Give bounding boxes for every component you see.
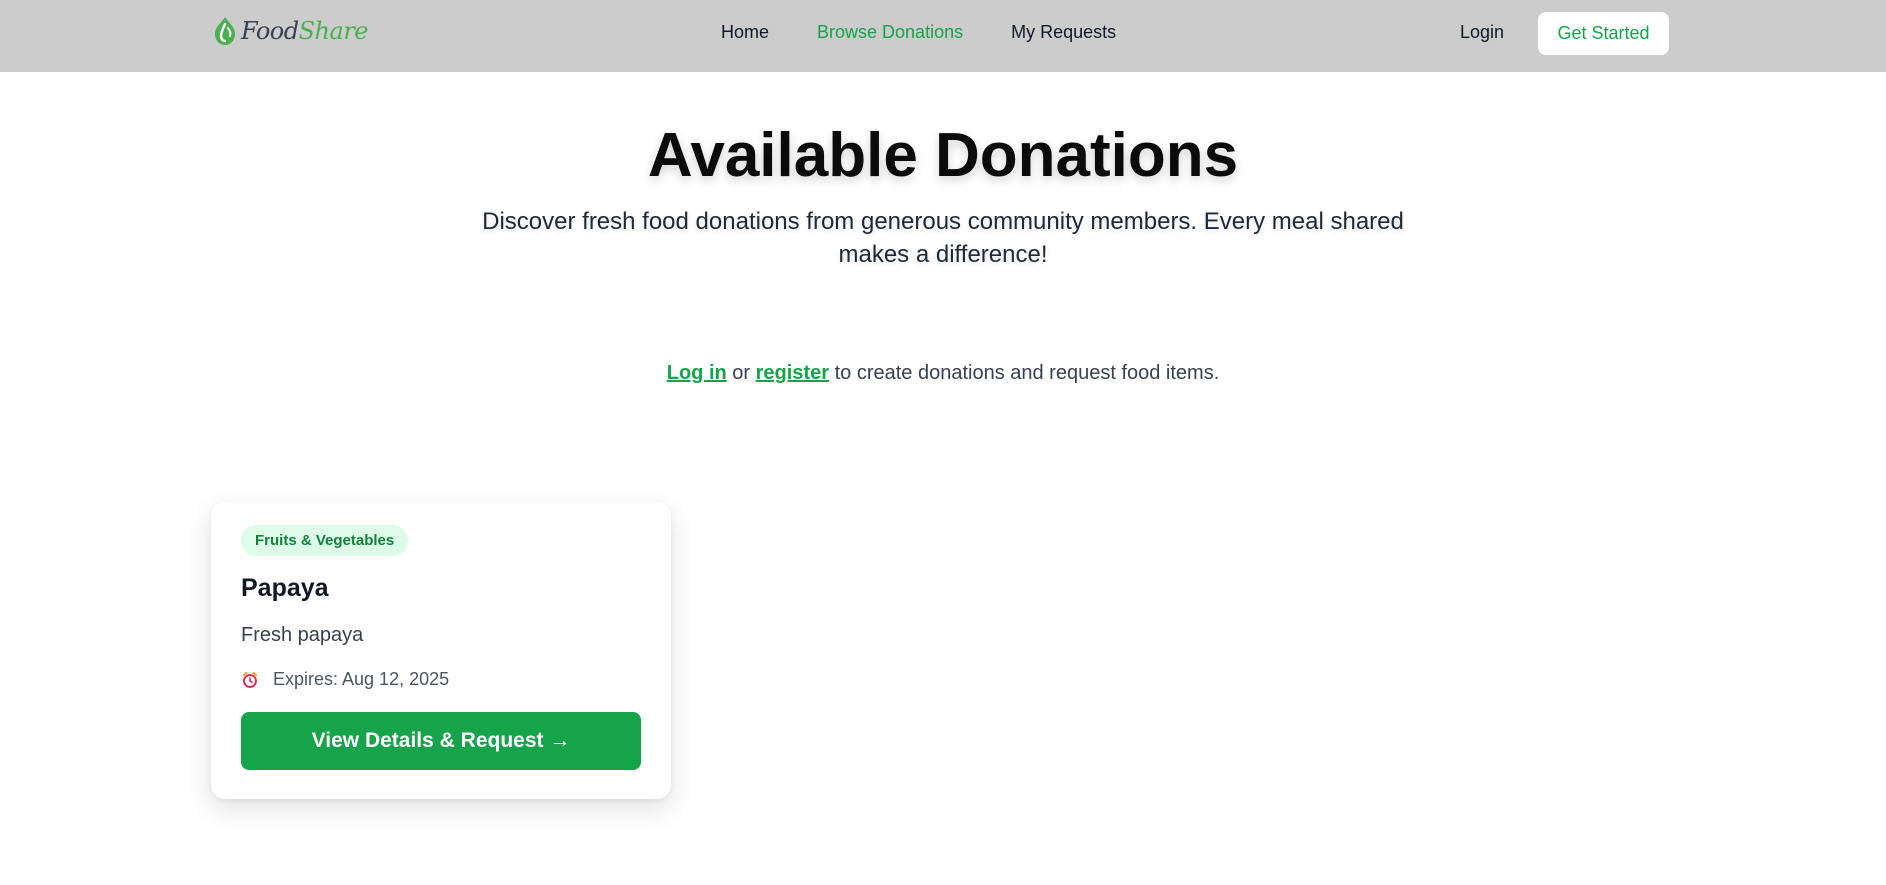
auth-prompt: Log in or register to create donations a… bbox=[0, 360, 1886, 386]
register-inline-link[interactable]: register bbox=[756, 362, 829, 384]
nav-my-requests[interactable]: My Requests bbox=[1011, 20, 1116, 44]
get-started-button[interactable]: Get Started bbox=[1538, 12, 1669, 55]
page-subtitle: Discover fresh food donations from gener… bbox=[482, 208, 1404, 268]
donation-description: Fresh papaya bbox=[241, 624, 364, 646]
page-title: Available Donations bbox=[647, 121, 1239, 190]
top-navbar: FoodShare Home Browse Donations My Reque… bbox=[0, 0, 1886, 72]
category-badge: Fruits & Vegetables bbox=[241, 525, 409, 556]
login-link[interactable]: Login bbox=[1460, 20, 1504, 44]
alarm-clock-icon bbox=[243, 671, 257, 688]
expiry-text: Expires: Aug 12, 2025 bbox=[273, 669, 450, 689]
nav-browse-donations[interactable]: Browse Donations bbox=[817, 20, 963, 44]
donation-expiry: Expires: Aug 12, 2025 bbox=[241, 669, 449, 690]
view-details-request-button[interactable]: View Details & Request → bbox=[241, 712, 641, 770]
nav-home[interactable]: Home bbox=[721, 20, 769, 44]
auth-suffix-text: to create donations and request food ite… bbox=[834, 362, 1220, 384]
donation-title: Papaya bbox=[241, 574, 329, 602]
brand-name: FoodShare bbox=[241, 17, 369, 45]
leaf-drop-logo-icon bbox=[215, 17, 235, 45]
brand-logo[interactable]: FoodShare bbox=[211, 14, 369, 48]
login-inline-link[interactable]: Log in bbox=[667, 362, 727, 384]
main-nav: Home Browse Donations My Requests bbox=[721, 20, 1116, 44]
donation-card: Fruits & Vegetables Papaya Fresh papaya … bbox=[211, 502, 671, 799]
auth-or-text: or bbox=[732, 362, 751, 384]
